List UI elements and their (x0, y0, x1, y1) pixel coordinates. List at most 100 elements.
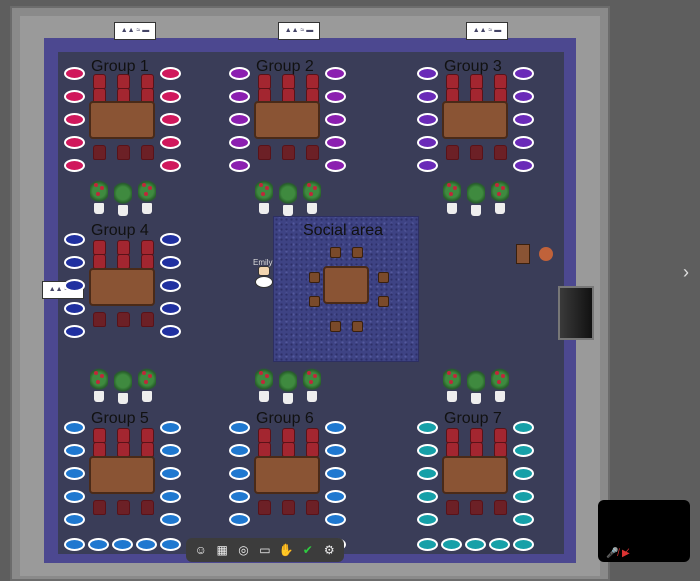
lectern[interactable] (516, 244, 530, 264)
seat-cushion[interactable] (513, 538, 534, 551)
video-preview-tile[interactable]: 🎤̸ ▶̸ (598, 500, 690, 562)
group-table[interactable] (254, 101, 320, 139)
seat-cushion[interactable] (325, 467, 346, 480)
chair[interactable] (306, 428, 319, 443)
seat-cushion[interactable] (325, 113, 346, 126)
seat-cushion[interactable] (160, 513, 181, 526)
seat-cushion[interactable] (160, 325, 181, 338)
chair[interactable] (494, 442, 507, 457)
seat-cushion[interactable] (160, 113, 181, 126)
chair[interactable] (282, 428, 295, 443)
seat-cushion[interactable] (64, 279, 85, 292)
chair[interactable] (117, 428, 130, 443)
seat-cushion[interactable] (160, 467, 181, 480)
chair[interactable] (141, 254, 154, 269)
seat-cushion[interactable] (160, 159, 181, 172)
seat-cushion[interactable] (325, 136, 346, 149)
seat-cushion[interactable] (64, 490, 85, 503)
chair[interactable] (117, 500, 130, 515)
chair[interactable] (258, 74, 271, 89)
chair[interactable] (494, 145, 507, 160)
seat-cushion[interactable] (513, 421, 534, 434)
seat-cushion[interactable] (229, 136, 250, 149)
social-chair[interactable] (309, 272, 320, 283)
social-table[interactable] (323, 266, 369, 304)
seat-cushion[interactable] (513, 113, 534, 126)
seat-cushion[interactable] (417, 67, 438, 80)
chair[interactable] (470, 442, 483, 457)
chair[interactable] (93, 145, 106, 160)
seat-cushion[interactable] (136, 538, 157, 551)
seat-cushion[interactable] (325, 490, 346, 503)
seat-cushion[interactable] (64, 159, 85, 172)
chair[interactable] (470, 74, 483, 89)
chair[interactable] (470, 500, 483, 515)
chair[interactable] (93, 74, 106, 89)
seat-cushion[interactable] (513, 90, 534, 103)
seat-cushion[interactable] (64, 325, 85, 338)
chair[interactable] (141, 240, 154, 255)
chair[interactable] (141, 428, 154, 443)
seat-cushion[interactable] (64, 444, 85, 457)
chair[interactable] (117, 145, 130, 160)
seat-cushion[interactable] (513, 467, 534, 480)
seat-cushion[interactable] (160, 90, 181, 103)
chair[interactable] (282, 442, 295, 457)
chair[interactable] (258, 500, 271, 515)
seat-cushion[interactable] (229, 67, 250, 80)
seat-cushion[interactable] (513, 444, 534, 457)
gear-icon[interactable]: ⚙ (321, 542, 337, 558)
wall-picture-frame[interactable]: ▲▲ ≈ ▬ (466, 22, 508, 40)
seat-cushion[interactable] (489, 538, 510, 551)
social-chair[interactable] (378, 272, 389, 283)
seat-cushion[interactable] (64, 302, 85, 315)
chevron-right-icon[interactable]: › (683, 262, 689, 283)
seat-cushion[interactable] (325, 67, 346, 80)
chair[interactable] (93, 442, 106, 457)
door[interactable] (558, 286, 594, 340)
chair[interactable] (117, 74, 130, 89)
seat-cushion[interactable] (160, 490, 181, 503)
seat-cushion[interactable] (160, 279, 181, 292)
group-table[interactable] (442, 456, 508, 494)
chair[interactable] (282, 145, 295, 160)
seat-cushion[interactable] (229, 421, 250, 434)
target-icon[interactable]: ◎ (236, 542, 252, 558)
seat-cushion[interactable] (229, 444, 250, 457)
chair[interactable] (470, 428, 483, 443)
seat-cushion[interactable] (160, 256, 181, 269)
seat-cushion[interactable] (417, 467, 438, 480)
seat-cushion[interactable] (229, 90, 250, 103)
seat-cushion[interactable] (513, 513, 534, 526)
wall-picture-frame[interactable]: ▲▲ ≈ ▬ (278, 22, 320, 40)
seat-cushion[interactable] (229, 513, 250, 526)
social-chair[interactable] (352, 321, 363, 332)
map-icon[interactable]: ▦ (214, 542, 230, 558)
chair[interactable] (494, 500, 507, 515)
seat-cushion[interactable] (417, 538, 438, 551)
seat-cushion[interactable] (64, 513, 85, 526)
chair[interactable] (93, 428, 106, 443)
seat-cushion[interactable] (417, 136, 438, 149)
chair[interactable] (141, 74, 154, 89)
seat-cushion[interactable] (325, 159, 346, 172)
seat-cushion[interactable] (325, 513, 346, 526)
seat-cushion[interactable] (441, 538, 462, 551)
seat-cushion[interactable] (64, 67, 85, 80)
chair[interactable] (258, 442, 271, 457)
chair[interactable] (446, 428, 459, 443)
status-check-icon[interactable]: ✔ (300, 542, 316, 558)
chair[interactable] (306, 145, 319, 160)
chair[interactable] (258, 428, 271, 443)
seat-cushion[interactable] (325, 421, 346, 434)
social-chair[interactable] (330, 247, 341, 258)
chair[interactable] (117, 240, 130, 255)
seat-cushion[interactable] (513, 67, 534, 80)
seat-cushion[interactable] (64, 136, 85, 149)
social-chair[interactable] (309, 296, 320, 307)
seat-cushion[interactable] (160, 538, 181, 551)
seat-cushion[interactable] (160, 444, 181, 457)
seat-cushion[interactable] (64, 538, 85, 551)
seat-cushion[interactable] (112, 538, 133, 551)
seat-cushion[interactable] (64, 233, 85, 246)
